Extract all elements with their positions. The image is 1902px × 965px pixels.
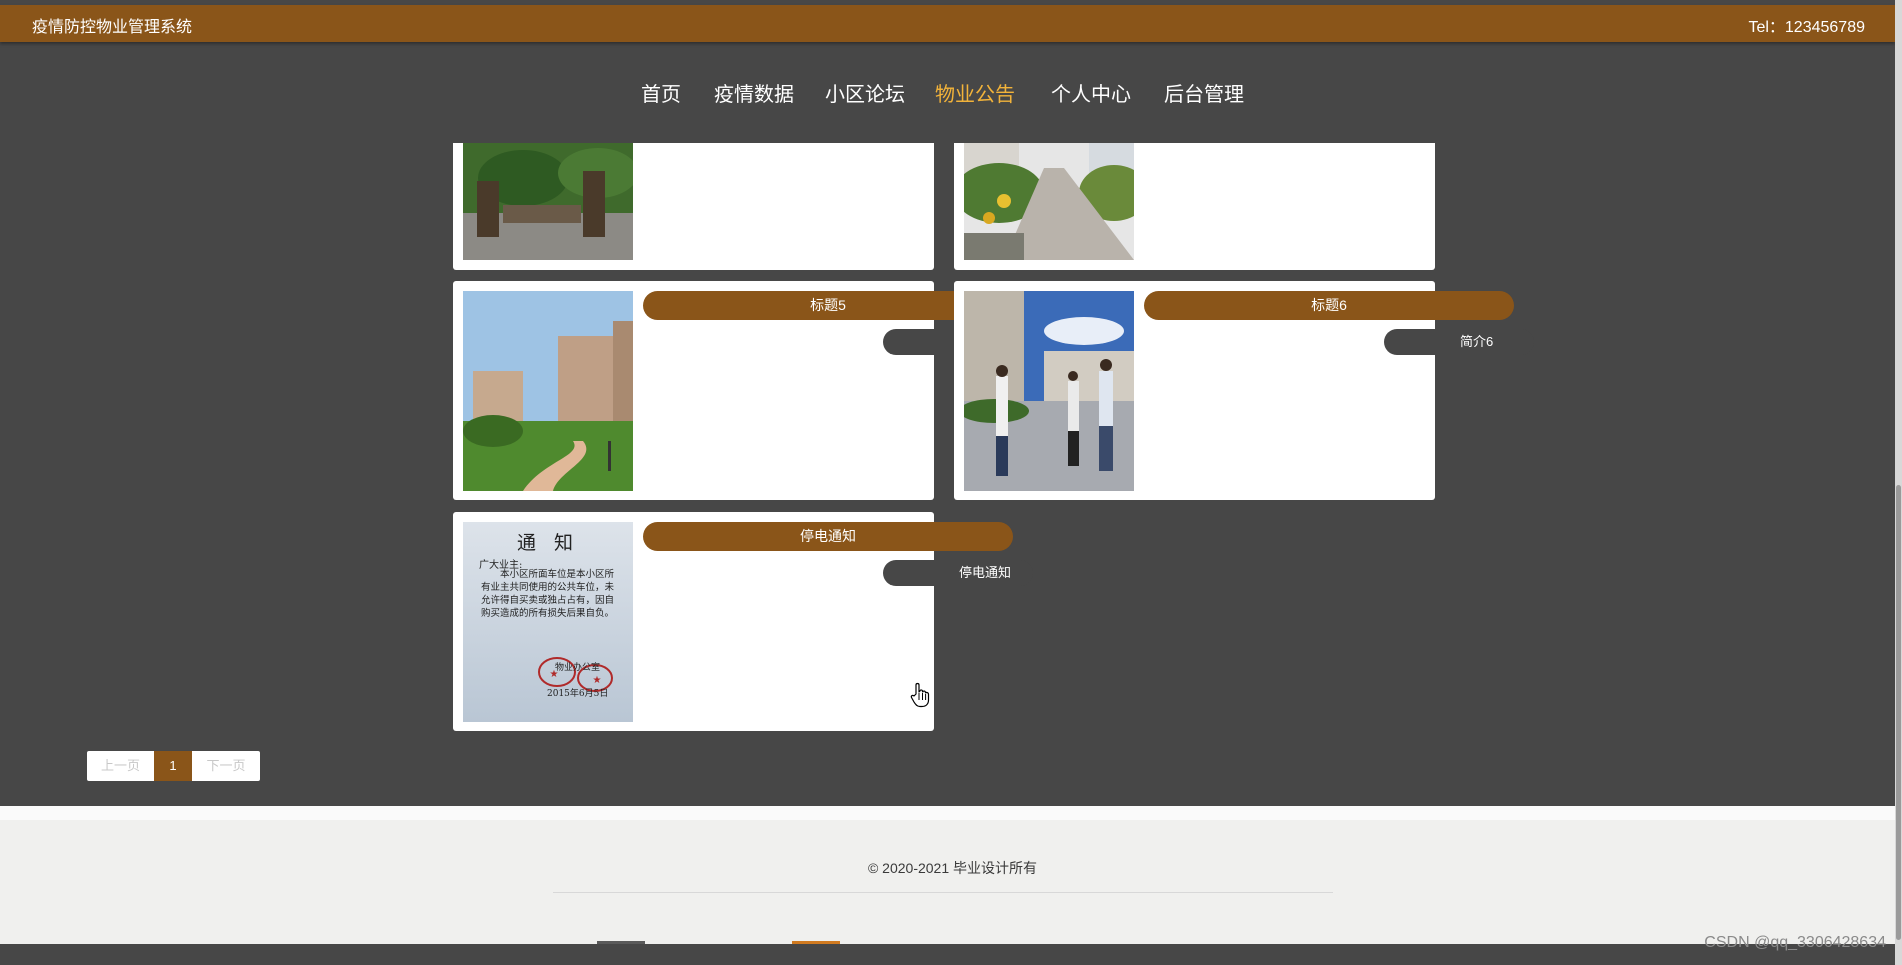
site-title: 疫情防控物业管理系统 — [32, 19, 193, 36]
notice-image-heading: 通 知 — [516, 532, 580, 554]
notice-thumbnail[interactable]: ★ ★ 通 知 广大业主: 本小区所面车位是本小区所有业主共同使用的公共车位，未… — [463, 522, 633, 722]
notice-card[interactable]: 标题5 — [453, 281, 1033, 500]
notice-image-text: 通 知 广大业主: 本小区所面车位是本小区所有业主共同使用的公共车位，未允许得自… — [463, 522, 633, 722]
next-page-button[interactable]: 下一页 — [192, 751, 260, 781]
notice-card[interactable] — [954, 143, 1435, 270]
notice-title[interactable]: 标题6 — [1144, 291, 1514, 320]
page: 疫情防控物业管理系统 Tel：123456789 首页 疫情数据 小区论坛 物业… — [0, 0, 1895, 965]
nav-item-home[interactable]: 首页 — [641, 78, 681, 107]
footer: © 2020-2021 毕业设计所有 — [0, 806, 1895, 944]
top-bar: 疫情防控物业管理系统 Tel：123456789 — [0, 5, 1895, 42]
nav-item-forum[interactable]: 小区论坛 — [825, 78, 905, 107]
footer-divider — [553, 892, 1333, 893]
notice-card[interactable] — [453, 143, 934, 270]
notice-card[interactable]: 标题6 简介6 — [954, 281, 1534, 500]
nav-item-admin[interactable]: 后台管理 — [1164, 78, 1244, 107]
notice-title[interactable]: 停电通知 — [643, 522, 1013, 551]
notice-grid: 标题5 标题6 简介6 ★ ★ 通 知 广大业主: 本小区所面车位是本小区所有业… — [0, 143, 1895, 733]
notice-image-body: 本小区所面车位是本小区所有业主共同使用的公共车位，未允许得自买卖或独占占有，因自… — [481, 569, 615, 619]
taskbar-indicator — [597, 941, 645, 944]
notice-thumbnail[interactable] — [463, 291, 633, 491]
notice-card[interactable]: ★ ★ 通 知 广大业主: 本小区所面车位是本小区所有业主共同使用的公共车位，未… — [453, 512, 1033, 731]
notice-image-date: 2015年6月5日 — [547, 689, 609, 699]
vertical-scrollbar[interactable] — [1895, 0, 1902, 965]
copyright-text: © 2020-2021 毕业设计所有 — [867, 860, 1038, 876]
notice-summary: 停电通知 — [883, 560, 1033, 586]
hand-pointer-icon — [910, 682, 930, 708]
notice-image-signature: 物业办公室 — [555, 663, 601, 673]
footer-top-band — [0, 806, 1895, 820]
nav-item-personal-center[interactable]: 个人中心 — [1051, 78, 1131, 107]
notice-thumbnail[interactable] — [463, 143, 633, 260]
contact-tel: Tel：123456789 — [1748, 19, 1865, 36]
page-1-button[interactable]: 1 — [154, 751, 192, 781]
prev-page-button[interactable]: 上一页 — [87, 751, 154, 781]
nav-item-epidemic-data[interactable]: 疫情数据 — [714, 78, 794, 107]
notice-thumbnail[interactable] — [964, 143, 1134, 260]
nav-item-announcements[interactable]: 物业公告 — [935, 78, 1015, 107]
main-nav: 首页 疫情数据 小区论坛 物业公告 个人中心 后台管理 — [0, 78, 1895, 108]
scrollbar-thumb[interactable] — [1896, 485, 1901, 940]
notice-summary: 简介6 — [1384, 329, 1534, 355]
watermark: CSDN @qq_3306428634 — [1704, 934, 1886, 951]
taskbar-indicator-active — [792, 941, 840, 944]
notice-thumbnail[interactable] — [964, 291, 1134, 491]
